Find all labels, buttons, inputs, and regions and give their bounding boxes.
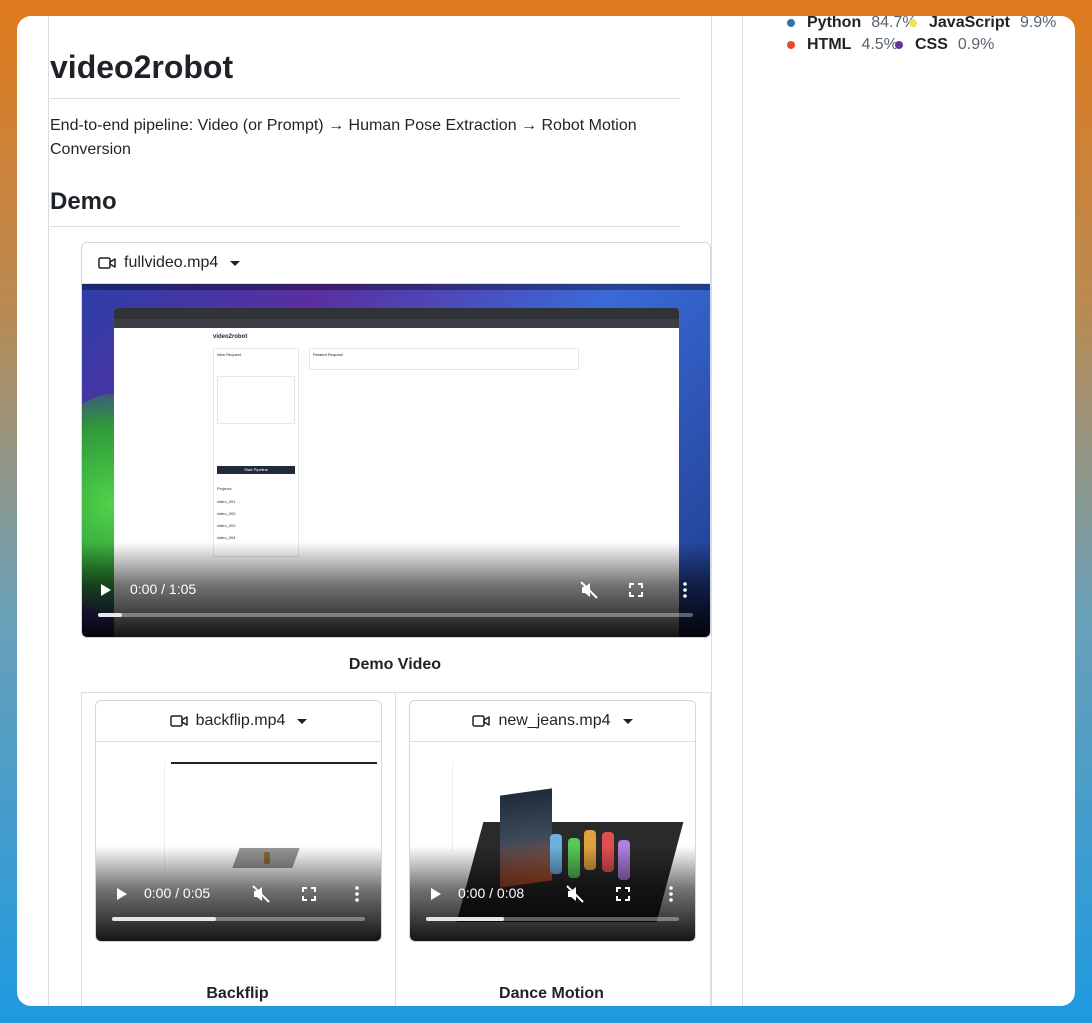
play-icon[interactable] xyxy=(430,887,442,901)
video-filename: new_jeans.mp4 xyxy=(498,712,611,729)
play-icon[interactable] xyxy=(116,887,128,901)
chevron-down-icon xyxy=(297,718,308,724)
language-css[interactable]: CSS 0.9% xyxy=(895,36,994,54)
main-video-player[interactable]: video2robot New Request Start Pipeline P… xyxy=(82,284,710,637)
video-progress-bar[interactable] xyxy=(98,613,693,617)
controls-gradient xyxy=(96,846,381,941)
muted-speaker-icon[interactable] xyxy=(580,581,598,599)
language-name: CSS xyxy=(915,36,948,53)
dance-video-container: new_jeans.mp4 0:00 / 0:08 xyxy=(409,700,696,942)
project-row: video_003 xyxy=(217,523,236,528)
language-percent: 4.5% xyxy=(861,36,898,53)
video-file-header[interactable]: fullvideo.mp4 xyxy=(82,243,710,284)
fullscreen-icon[interactable] xyxy=(616,887,630,901)
scene-sidebar xyxy=(410,762,453,852)
readme-card: Python 84.7% JavaScript 9.9% HTML 4.5% C… xyxy=(17,16,1075,1006)
readme-description: End-to-end pipeline: Video (or Prompt) →… xyxy=(50,117,637,158)
language-html[interactable]: HTML 4.5% xyxy=(787,36,898,54)
prompt-textarea xyxy=(217,376,295,424)
video-camera-icon xyxy=(98,257,116,269)
project-row: video_001 xyxy=(217,499,236,504)
progress-fill xyxy=(112,917,216,921)
backflip-video-container: backflip.mp4 0:00 / 0:05 xyxy=(95,700,382,942)
video-camera-icon xyxy=(472,715,491,727)
video-camera-icon xyxy=(169,715,188,727)
browser-address-bar xyxy=(114,319,679,328)
muted-speaker-icon[interactable] xyxy=(566,885,584,903)
video-filename: fullvideo.mp4 xyxy=(124,254,219,271)
language-name: JavaScript xyxy=(929,16,1010,31)
chevron-down-icon xyxy=(230,260,241,266)
projects-title: Projects xyxy=(217,486,232,491)
html-dot xyxy=(787,41,795,49)
app-title-text: video2robot xyxy=(213,334,248,340)
dance-caption: Dance Motion xyxy=(499,985,604,1002)
video-time: 0:00 / 0:08 xyxy=(458,885,525,901)
play-icon[interactable] xyxy=(100,583,112,597)
progress-fill xyxy=(426,917,505,921)
javascript-dot xyxy=(909,19,917,27)
language-python[interactable]: Python 84.7% xyxy=(787,16,917,32)
readme-title: video2robot xyxy=(50,49,680,99)
related-request-panel: Related Request xyxy=(309,348,579,370)
panel-title: New Request xyxy=(217,352,242,357)
fullscreen-icon[interactable] xyxy=(629,583,643,597)
video-filename: backflip.mp4 xyxy=(195,712,286,729)
language-percent: 0.9% xyxy=(957,36,995,53)
video-progress-bar[interactable] xyxy=(112,917,365,921)
language-name: HTML xyxy=(807,36,852,53)
more-options-icon[interactable] xyxy=(355,886,359,902)
project-row: video_002 xyxy=(217,511,236,516)
python-dot xyxy=(787,19,795,27)
project-row: video_004 xyxy=(217,535,236,540)
more-options-icon[interactable] xyxy=(683,582,687,598)
backflip-video-player[interactable]: 0:00 / 0:05 xyxy=(96,742,381,941)
fullscreen-icon[interactable] xyxy=(302,887,316,901)
new-request-panel: New Request Start Pipeline Projects vide… xyxy=(213,348,299,557)
dance-video-player[interactable]: 0:00 / 0:08 xyxy=(410,742,695,941)
browser-tab-bar xyxy=(114,308,679,319)
backflip-caption: Backflip xyxy=(206,985,269,1002)
video-time: 0:00 / 0:05 xyxy=(144,885,211,901)
demo-video-caption: Demo Video xyxy=(348,656,442,673)
timeline-bar xyxy=(171,762,377,764)
language-name: Python xyxy=(807,16,862,31)
muted-speaker-icon[interactable] xyxy=(252,885,270,903)
progress-fill xyxy=(98,613,122,617)
demo-heading: Demo xyxy=(50,188,680,227)
panel-title: Related Request xyxy=(313,352,343,357)
video-file-header[interactable]: backflip.mp4 xyxy=(96,701,381,742)
main-video-container: fullvideo.mp4 video2robot New Request St… xyxy=(81,242,711,638)
language-percent: 9.9% xyxy=(1019,16,1057,31)
language-javascript[interactable]: JavaScript 9.9% xyxy=(909,16,1056,32)
start-pipeline-button: Start Pipeline xyxy=(217,466,295,474)
table-divider xyxy=(395,693,396,1006)
controls-gradient xyxy=(410,846,695,941)
video-progress-bar[interactable] xyxy=(426,917,679,921)
chevron-down-icon xyxy=(622,718,633,724)
desktop-menu-bar xyxy=(82,284,710,290)
more-options-icon[interactable] xyxy=(669,886,673,902)
video-file-header[interactable]: new_jeans.mp4 xyxy=(410,701,695,742)
sidebar-divider xyxy=(742,16,743,1006)
video-time: 0:00 / 1:05 xyxy=(130,581,197,597)
css-dot xyxy=(895,41,903,49)
